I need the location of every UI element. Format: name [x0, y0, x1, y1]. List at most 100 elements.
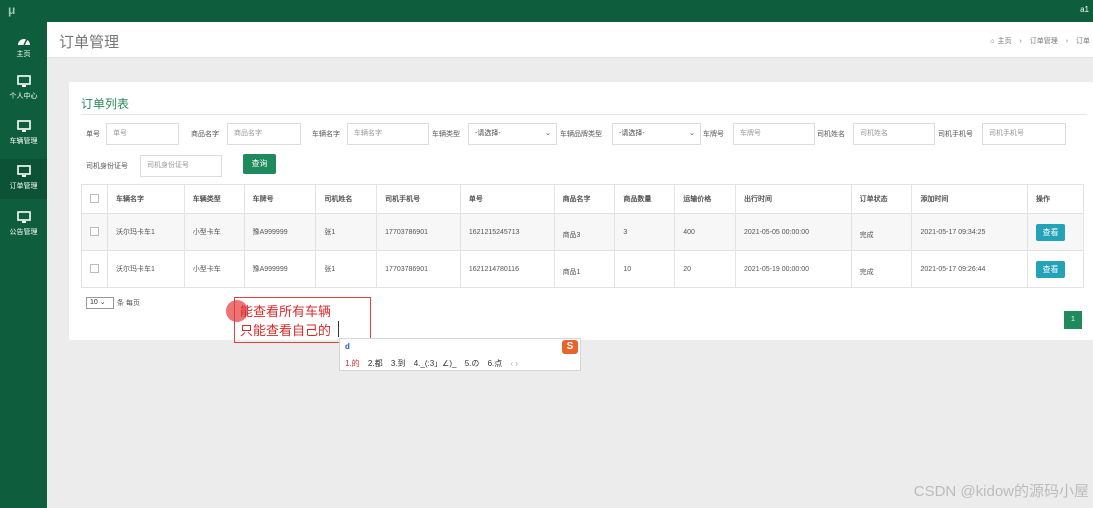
vehicle-brand-type-select[interactable]: -请选择- ⌄ — [612, 123, 701, 145]
order-no-input[interactable]: 单号 — [106, 123, 179, 145]
panel-title: 订单列表 — [81, 97, 130, 111]
cell-driver: 张1 — [315, 250, 378, 288]
view-button[interactable]: 查看 — [1036, 223, 1066, 241]
page-header: 订单管理 ⌂ 主页 › 订单管理 › 订单 — [47, 22, 1093, 58]
vehicle-name-input[interactable]: 车辆名字 — [347, 123, 429, 145]
cell-travel-time: 2021-05-19 00:00:00 — [735, 250, 852, 288]
select-all-checkbox[interactable] — [90, 193, 99, 203]
sidebar-item-label: 订单管理 — [9, 183, 38, 190]
cell-status: 完成 — [850, 250, 913, 288]
plate-no-input[interactable]: 车牌号 — [733, 123, 815, 145]
select-all-cell — [81, 184, 108, 214]
cell-order-no: 1621214780116 — [459, 250, 555, 288]
monitor-icon — [16, 165, 31, 177]
table-row: 沃尔玛卡车1 小型卡车 豫A999999 张1 17703786901 1621… — [81, 213, 1084, 251]
breadcrumb-home[interactable]: 主页 — [998, 38, 1012, 45]
monitor-icon — [16, 120, 31, 132]
column-header: 司机姓名 — [315, 184, 378, 214]
column-header: 车辆类型 — [183, 184, 245, 214]
cell-qty: 10 — [614, 250, 676, 288]
vehicle-type-select[interactable]: -请选择- ⌄ — [468, 123, 557, 145]
cell-vehicle-name: 沃尔玛卡车1 — [107, 213, 185, 251]
app-logo: μ — [8, 3, 16, 17]
breadcrumb-orders[interactable]: 订单管理 — [1030, 38, 1058, 45]
sidebar-item-orders[interactable]: 订单管理 — [0, 159, 47, 199]
sidebar-item-announcements[interactable]: 公告管理 — [0, 205, 47, 245]
chevron-down-icon: ⌄ — [689, 130, 695, 137]
dashboard-icon — [17, 38, 30, 46]
vehicle-type-label: 车辆类型 — [432, 131, 460, 138]
column-header: 出行时间 — [735, 184, 852, 214]
cell-status: 完成 — [850, 213, 913, 251]
row-select-cell — [81, 250, 108, 288]
cell-price: 20 — [674, 250, 737, 288]
vehicle-brand-type-label: 车辆品牌类型 — [560, 131, 602, 138]
driver-id-input[interactable]: 司机身份证号 — [140, 155, 222, 177]
sogou-logo-icon: S — [562, 340, 578, 354]
divider — [81, 114, 1087, 115]
column-header: 车牌号 — [243, 184, 317, 214]
cell-price: 400 — [674, 213, 737, 251]
column-header: 运输价格 — [674, 184, 737, 214]
breadcrumb: ⌂ 主页 › 订单管理 › 订单 — [987, 36, 1093, 46]
driver-name-label: 司机姓名 — [817, 131, 845, 138]
driver-phone-input[interactable]: 司机手机号 — [982, 123, 1066, 145]
cell-phone: 17703786901 — [376, 250, 461, 288]
watermark: CSDN @kidow的源码小屋 — [913, 483, 1089, 500]
ime-candidate[interactable]: 2.都 — [368, 359, 383, 368]
query-button[interactable]: 查询 — [243, 154, 276, 174]
breadcrumb-separator: › — [1065, 38, 1069, 45]
cell-added-time: 2021-05-17 09:26:44 — [911, 250, 1029, 288]
order-table: 车辆名字 车辆类型 车牌号 司机姓名 司机手机号 单号 商品名字 商品数量 运输… — [81, 184, 1084, 288]
column-header: 商品名字 — [553, 184, 616, 214]
cell-driver: 张1 — [315, 213, 378, 251]
row-checkbox[interactable] — [90, 263, 99, 273]
text-cursor — [338, 321, 339, 337]
cell-plate: 豫A999999 — [243, 250, 317, 288]
per-page-select[interactable]: 10 ⌄ — [86, 297, 114, 309]
annotation-line-2: 只能查看自己的 — [240, 323, 332, 338]
monitor-icon — [16, 211, 31, 223]
user-name[interactable]: a1 — [1080, 5, 1089, 14]
cell-travel-time: 2021-05-05 00:00:00 — [735, 213, 852, 251]
view-button[interactable]: 查看 — [1036, 260, 1066, 278]
product-name-input[interactable]: 商品名字 — [227, 123, 301, 145]
home-icon: ⌂ — [990, 38, 995, 45]
order-no-label: 单号 — [86, 131, 100, 138]
ime-page-arrows[interactable]: ‹ › — [511, 359, 519, 368]
ime-candidate[interactable]: 5.の — [465, 359, 480, 368]
sidebar: 主页 个人中心 车辆管理 订单管理 公告管理 — [0, 22, 47, 508]
breadcrumb-current: 订单 — [1076, 38, 1090, 45]
product-name-label: 商品名字 — [191, 131, 219, 138]
row-checkbox[interactable] — [90, 226, 99, 236]
cell-action: 查看 — [1027, 250, 1084, 288]
cell-qty: 3 — [614, 213, 676, 251]
driver-phone-label: 司机手机号 — [938, 131, 973, 138]
vehicle-type-value: -请选择- — [475, 130, 501, 137]
order-list-panel: 订单列表 单号 单号 商品名字 商品名字 车辆名字 车辆名字 车辆类型 -请选择… — [69, 82, 1093, 340]
cell-vehicle-type: 小型卡车 — [183, 213, 245, 251]
page-button-current[interactable]: 1 — [1064, 311, 1082, 329]
sidebar-item-home[interactable]: 主页 — [0, 28, 47, 68]
column-header: 司机手机号 — [376, 184, 461, 214]
ime-candidate[interactable]: 4._(:3」∠)_ — [414, 359, 457, 368]
sidebar-item-vehicles[interactable]: 车辆管理 — [0, 114, 47, 154]
driver-name-input[interactable]: 司机姓名 — [853, 123, 935, 145]
breadcrumb-separator: › — [1019, 38, 1022, 45]
sidebar-item-label: 个人中心 — [9, 93, 38, 100]
cell-action: 查看 — [1027, 213, 1084, 251]
cell-product: 商品3 — [553, 213, 616, 251]
sidebar-item-profile[interactable]: 个人中心 — [0, 69, 47, 109]
ime-candidates: 1.的 2.都 3.到 4._(:3」∠)_ 5.の 6.点 ‹ › — [345, 358, 518, 369]
cell-order-no: 1621215245713 — [459, 213, 555, 251]
ime-candidate[interactable]: 3.到 — [391, 359, 406, 368]
sidebar-item-label: 车辆管理 — [9, 138, 38, 145]
ime-candidate[interactable]: 1.的 — [345, 359, 360, 368]
cell-vehicle-name: 沃尔玛卡车1 — [107, 250, 185, 288]
cell-product: 商品1 — [553, 250, 616, 288]
ime-candidate-popup: d S 1.的 2.都 3.到 4._(:3」∠)_ 5.の 6.点 ‹ › — [339, 338, 581, 371]
column-header: 添加时间 — [911, 184, 1029, 214]
monitor-icon — [16, 75, 31, 87]
plate-no-label: 车牌号 — [703, 131, 724, 138]
ime-candidate[interactable]: 6.点 — [488, 359, 503, 368]
